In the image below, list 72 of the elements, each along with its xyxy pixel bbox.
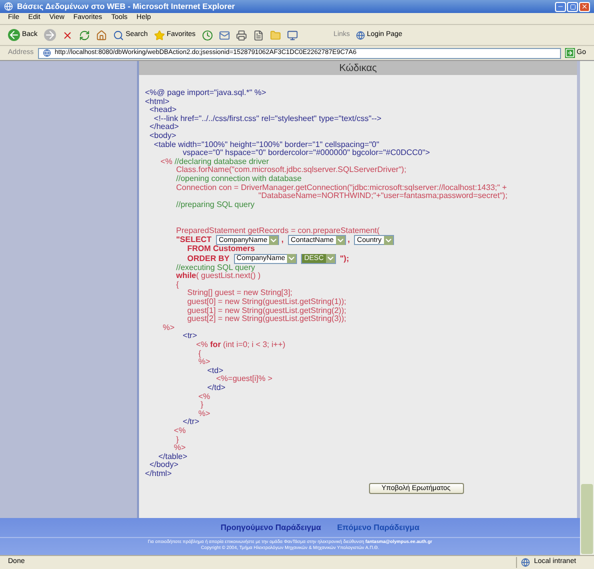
code-line: //preparing SQL query <box>175 200 256 210</box>
print-icon[interactable] <box>236 30 247 40</box>
forward-icon[interactable] <box>44 29 56 41</box>
close-icon <box>581 3 588 10</box>
caret-icon <box>269 236 278 245</box>
maximize-button[interactable] <box>567 2 578 12</box>
caret-icon <box>287 254 296 264</box>
code-line: <% <box>172 426 187 436</box>
code-line: <body> <box>148 132 178 141</box>
code-line: <% //declaring database driver <box>160 158 270 166</box>
code-line: <%@ page import="java.sql.*" %> <box>145 89 268 98</box>
scrollbar[interactable] <box>580 61 594 555</box>
edit-icon[interactable] <box>252 30 264 40</box>
code-line: guest[2] = new String(guestList.getString(3)); <box>186 315 348 324</box>
maximize-icon <box>570 4 576 10</box>
code-line: </html> <box>145 470 172 479</box>
code-line: </tr> <box>182 418 200 427</box>
code-line: </body> <box>148 461 180 470</box>
code-line: { <box>197 350 202 358</box>
code-line: //executing SQL query <box>175 264 256 272</box>
code-line: { <box>175 280 180 290</box>
star-icon <box>154 30 165 40</box>
code-line: <head> <box>148 106 178 115</box>
code-line: vspace="0" hspace="0" bordercolor="#000000" bgcolor="#C0DCC0"> <box>182 149 431 158</box>
history-icon[interactable] <box>202 30 213 40</box>
code-line: while( guestList.next() ) <box>175 272 262 281</box>
code-line: </td> <box>206 384 226 393</box>
code-line: PreparedStatement getRecords = con.prepareStatement( <box>175 226 381 236</box>
code-line: Class.forName("com.microsoft.jdbc.sqlserver.SQLServerDriver"); <box>176 166 408 175</box>
panel-header: Κώδικας <box>139 61 577 75</box>
code-line: String[] guest = new String[3]; <box>186 289 294 298</box>
messenger-icon[interactable] <box>286 30 298 40</box>
code-line: guest[0] = new String(guestList.getString(1)); <box>186 298 348 307</box>
code-line: Connection con = DriverManager.getConnection("jdbc:microsoft:sqlserver://localhost:1433;" + <box>175 184 508 192</box>
stop-icon[interactable] <box>62 30 73 40</box>
code-line: guest[1] = new String(guestList.getString(2)); <box>186 306 348 315</box>
code-line: %> <box>197 410 212 418</box>
code-line: %> <box>172 444 187 453</box>
previous-example-link[interactable]: Προηγούμενο Παράδειγμα <box>220 522 322 534</box>
close-button[interactable] <box>579 2 590 12</box>
minimize-icon <box>557 3 564 10</box>
code-line: <td> <box>206 366 224 375</box>
search-icon <box>112 30 124 40</box>
code-line: <%=guest[i]% > <box>215 375 274 384</box>
globe-icon <box>42 49 51 57</box>
code-line: <tr> <box>182 332 198 342</box>
code-line: </head> <box>148 123 180 132</box>
window-title: Βάσεις Δεδομένων στο WEB - Microsoft Internet Explorer <box>17 0 235 12</box>
code-line: FROM Customers <box>186 245 256 254</box>
code-line: <!--link href="../../css/first.css" rel="stylesheet" type="text/css"--> <box>152 114 382 123</box>
code-line: <% for (int i=0; i < 3; i++) <box>195 341 286 350</box>
code-line: } <box>175 436 180 444</box>
minimize-button[interactable] <box>555 2 566 12</box>
globe-icon <box>521 558 530 567</box>
go-arrow-icon <box>564 48 575 58</box>
code-line: </table> <box>157 452 188 461</box>
code-line: "DatabaseName=NORTHWIND;"+"user=fantasma;password=secret"); <box>258 192 508 201</box>
home-icon[interactable] <box>96 30 107 40</box>
code-line: <table width="100%" height="100%" border="1" cellspacing="0" <box>154 140 380 149</box>
code-line: <% <box>197 392 212 401</box>
code-line: } <box>200 401 204 410</box>
refresh-icon[interactable] <box>78 30 90 40</box>
globe-icon <box>4 2 13 11</box>
code-line: <html> <box>145 98 170 106</box>
caret-icon <box>336 236 345 245</box>
mail-icon[interactable] <box>218 30 230 40</box>
back-icon <box>8 29 20 41</box>
code-line: %> <box>162 324 176 332</box>
globe-icon <box>356 30 365 40</box>
caret-icon <box>384 236 393 245</box>
code-line: //opening connection with database <box>175 174 302 184</box>
code-line: %> <box>197 358 212 367</box>
